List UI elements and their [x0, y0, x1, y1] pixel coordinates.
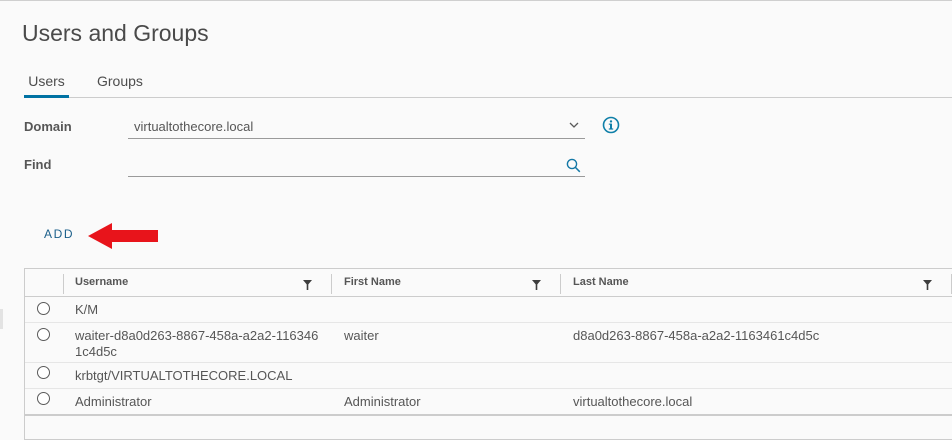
column-separator[interactable] — [560, 274, 561, 294]
column-separator[interactable] — [331, 274, 332, 294]
users-table: Username First Name Last Name K/M waiter… — [24, 268, 952, 440]
find-input[interactable] — [128, 153, 585, 177]
info-icon[interactable] — [602, 116, 620, 134]
domain-select[interactable]: virtualtothecore.local — [128, 115, 585, 139]
tab-groups-label: Groups — [97, 73, 143, 89]
tab-users[interactable]: Users — [24, 72, 69, 98]
domain-label: Domain — [24, 119, 72, 134]
column-separator — [63, 274, 64, 294]
cell-username: krbtgt/VIRTUALTOTHECORE.LOCAL — [75, 368, 293, 383]
table-row[interactable]: Administrator Administrator virtualtothe… — [25, 389, 952, 416]
tab-users-label: Users — [28, 73, 65, 89]
red-arrow-annotation — [88, 223, 158, 249]
top-border — [0, 0, 952, 1]
filter-icon[interactable] — [532, 280, 541, 290]
table-row[interactable]: waiter-d8a0d263-8867-458a-a2a2-1163461c4… — [25, 323, 952, 363]
filter-icon[interactable] — [303, 280, 312, 290]
cell-last-name: d8a0d263-8867-458a-a2a2-1163461c4d5c — [573, 328, 820, 343]
find-label: Find — [24, 157, 52, 172]
tab-groups[interactable]: Groups — [97, 72, 143, 97]
cell-first-name: waiter — [344, 328, 379, 343]
chevron-down-icon — [569, 122, 579, 128]
row-select-radio[interactable] — [37, 392, 50, 405]
add-button[interactable]: ADD — [36, 223, 82, 245]
tab-bar: Users Groups — [24, 72, 952, 98]
column-header-username[interactable]: Username — [75, 269, 128, 296]
table-header: Username First Name Last Name — [25, 269, 952, 297]
search-icon[interactable] — [566, 158, 581, 173]
row-select-radio[interactable] — [37, 366, 50, 379]
table-row[interactable]: K/M — [25, 297, 952, 323]
filter-icon[interactable] — [923, 280, 932, 290]
cell-last-name: virtualtothecore.local — [573, 394, 693, 409]
left-edge-marker — [0, 309, 3, 329]
row-select-radio[interactable] — [37, 302, 50, 315]
table-row[interactable]: krbtgt/VIRTUALTOTHECORE.LOCAL — [25, 363, 952, 389]
cell-username: waiter-d8a0d263-8867-458a-a2a2-1163461c4… — [75, 328, 319, 359]
cell-first-name: Administrator — [344, 394, 421, 409]
cell-username: Administrator — [75, 394, 152, 409]
page-title: Users and Groups — [22, 20, 209, 46]
row-select-radio[interactable] — [37, 328, 50, 341]
cell-username: K/M — [75, 302, 99, 317]
domain-select-value: virtualtothecore.local — [134, 119, 254, 134]
column-header-first-name[interactable]: First Name — [344, 269, 401, 296]
column-header-last-name[interactable]: Last Name — [573, 269, 629, 296]
